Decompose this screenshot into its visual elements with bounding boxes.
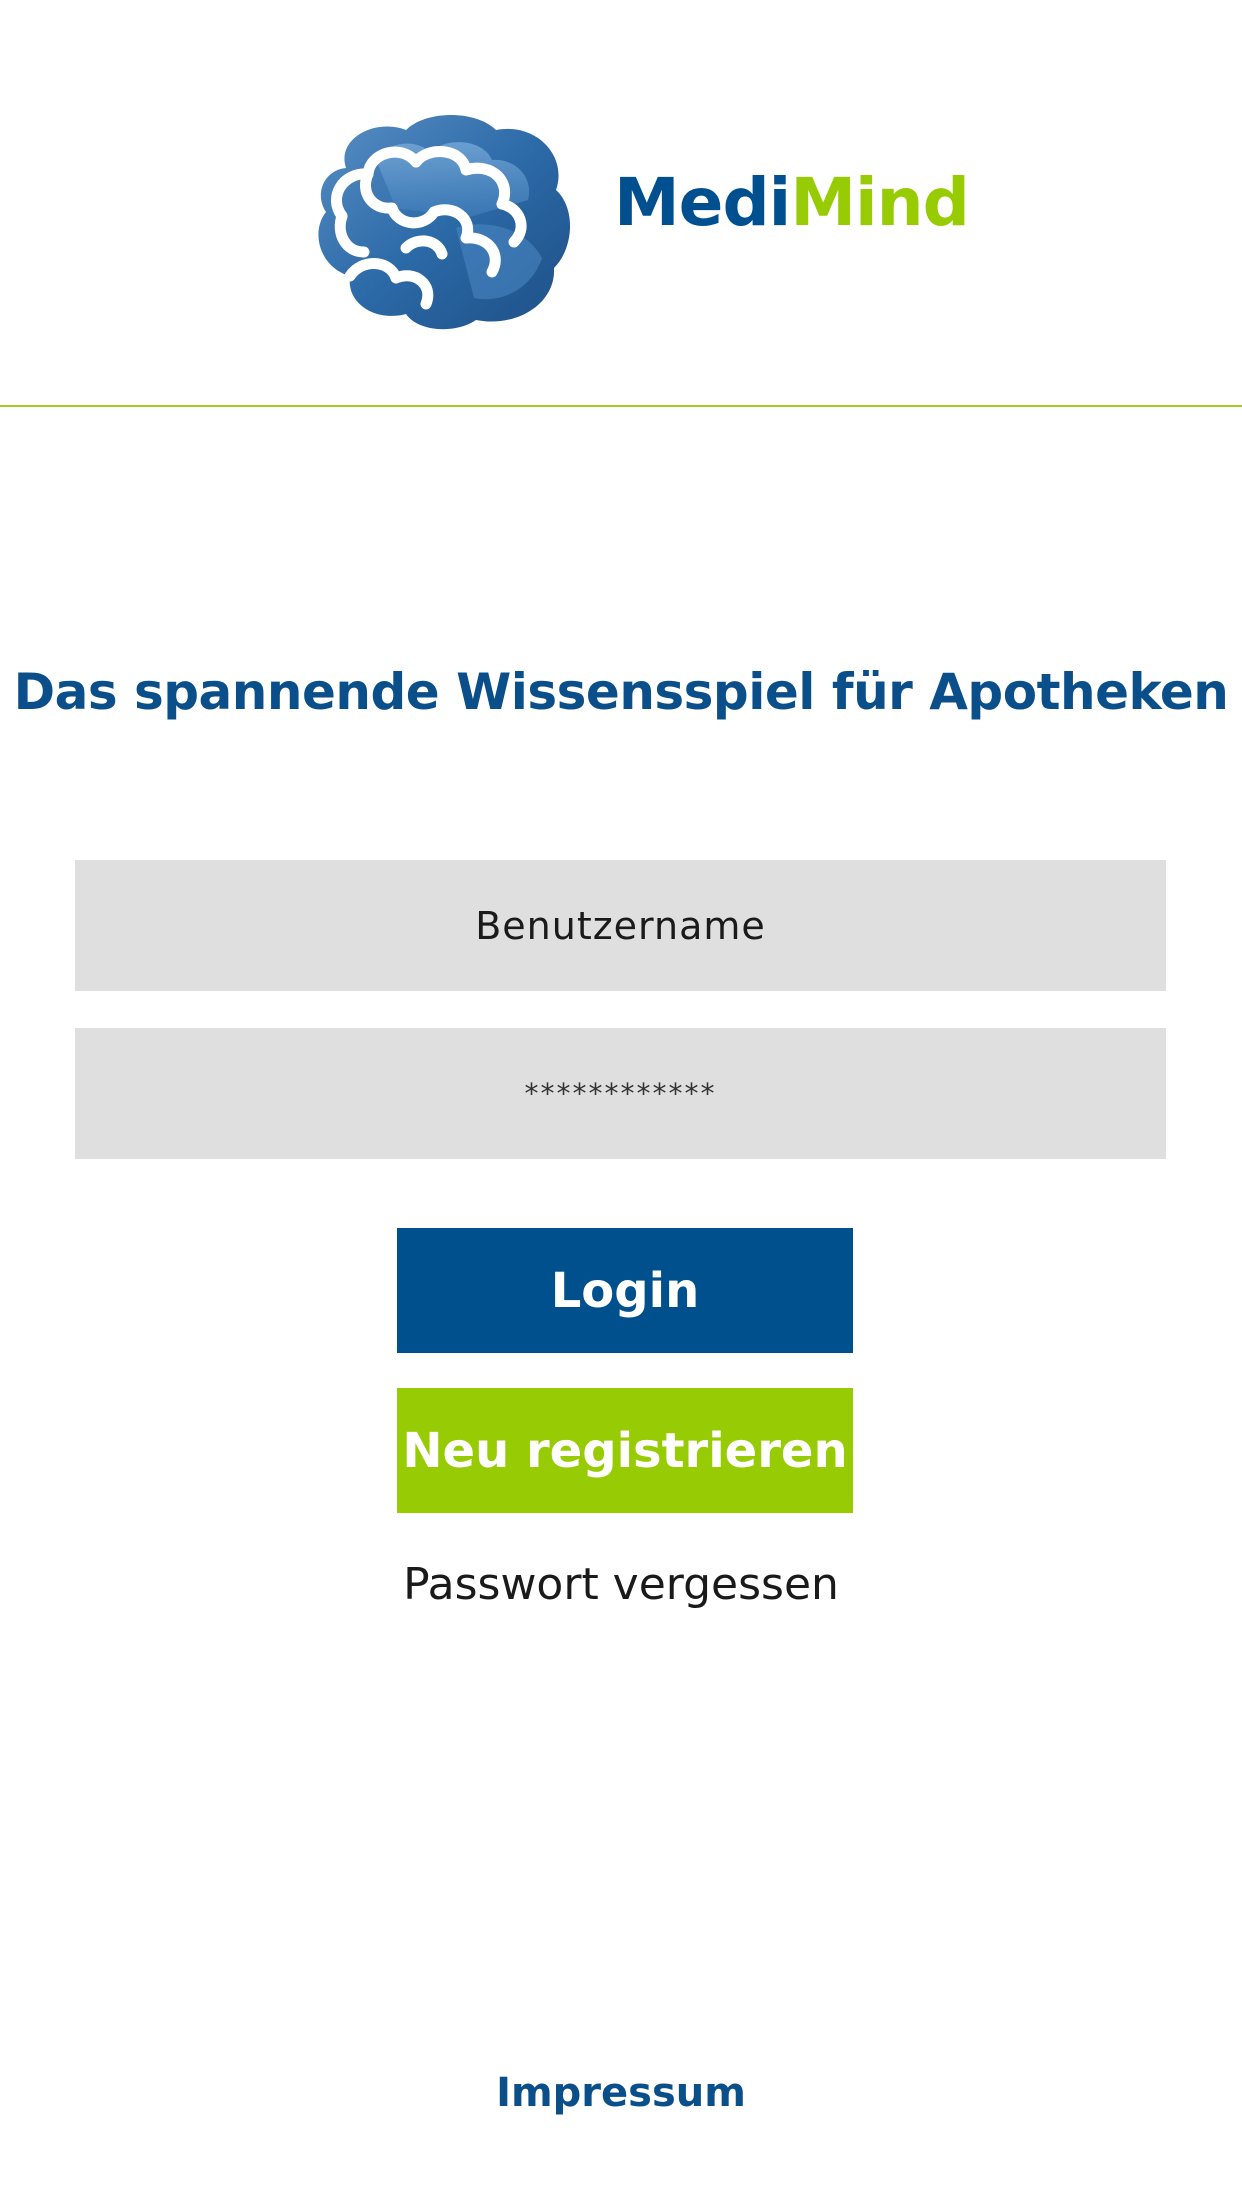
page-title: Das spannende Wissensspiel für Apotheken [13,663,1229,721]
header: MediMind [0,0,1242,406]
register-button-label: Neu registrieren [402,1422,848,1479]
brand-name-part1: Medi [614,164,791,241]
password-field[interactable] [75,1028,1166,1159]
impressum-link[interactable]: Impressum [0,2066,1242,2120]
brand-wordmark: MediMind [614,170,970,236]
login-button-label: Login [550,1262,700,1319]
username-field[interactable] [75,860,1166,991]
register-button[interactable]: Neu registrieren [397,1388,853,1513]
brand-name-part2: Mind [790,164,970,241]
forgot-password-link[interactable]: Passwort vergessen [0,1555,1242,1615]
login-button[interactable]: Login [397,1228,853,1353]
brain-icon [318,115,571,330]
header-divider [0,405,1242,407]
